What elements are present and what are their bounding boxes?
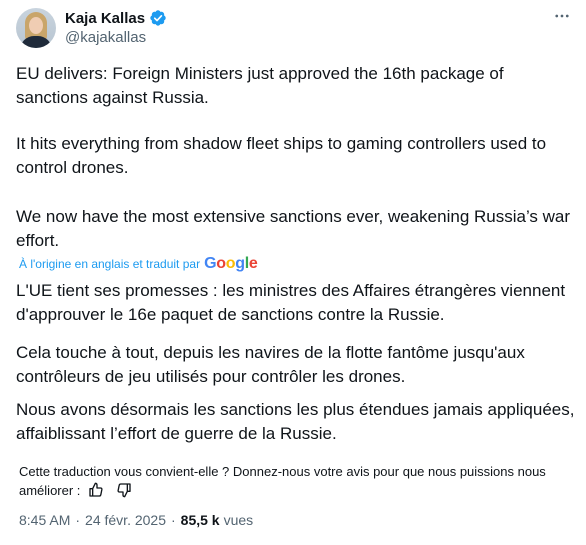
translation-feedback: Cette traduction vous convient-elle ? Do… <box>19 462 579 500</box>
author-info: Kaja Kallas @kajakallas <box>65 8 167 46</box>
thumbs-up-icon[interactable] <box>88 482 104 498</box>
avatar[interactable] <box>16 8 56 48</box>
translated-paragraph: L'UE tient ses promesses : les ministres… <box>16 281 566 324</box>
tweet-date[interactable]: 24 févr. 2025 <box>85 512 166 528</box>
translated-paragraph: Nous avons désormais les sanctions les p… <box>16 400 575 443</box>
author-handle[interactable]: @kajakallas <box>65 29 167 46</box>
tweet-paragraph: We now have the most extensive sanctions… <box>16 207 571 250</box>
tweet-header: Kaja Kallas @kajakallas <box>16 8 167 48</box>
google-logo: Google <box>204 255 258 272</box>
translation-attribution[interactable]: À l'origine en anglais et traduit par Go… <box>19 255 258 273</box>
views-count: 85,5 k <box>180 512 220 528</box>
verified-badge-icon <box>150 10 166 26</box>
more-options-button[interactable] <box>552 6 572 26</box>
translated-paragraph: Cela touche à tout, depuis les navires d… <box>16 343 525 386</box>
views-label: vues <box>223 512 254 528</box>
tweet-meta: 8:45 AM · 24 févr. 2025 · 85,5 k vues <box>19 512 253 528</box>
tweet-paragraph: It hits everything from shadow fleet shi… <box>16 134 547 177</box>
thumbs-down-icon[interactable] <box>116 482 132 498</box>
meta-separator: · <box>75 512 81 528</box>
tweet-paragraph: EU delivers: Foreign Ministers just appr… <box>16 64 504 107</box>
translation-label: À l'origine en anglais et traduit par <box>19 257 201 271</box>
author-display-name[interactable]: Kaja Kallas <box>65 10 145 27</box>
meta-separator: · <box>171 512 176 528</box>
more-horizontal-icon <box>555 14 569 18</box>
tweet-time[interactable]: 8:45 AM <box>19 512 70 528</box>
